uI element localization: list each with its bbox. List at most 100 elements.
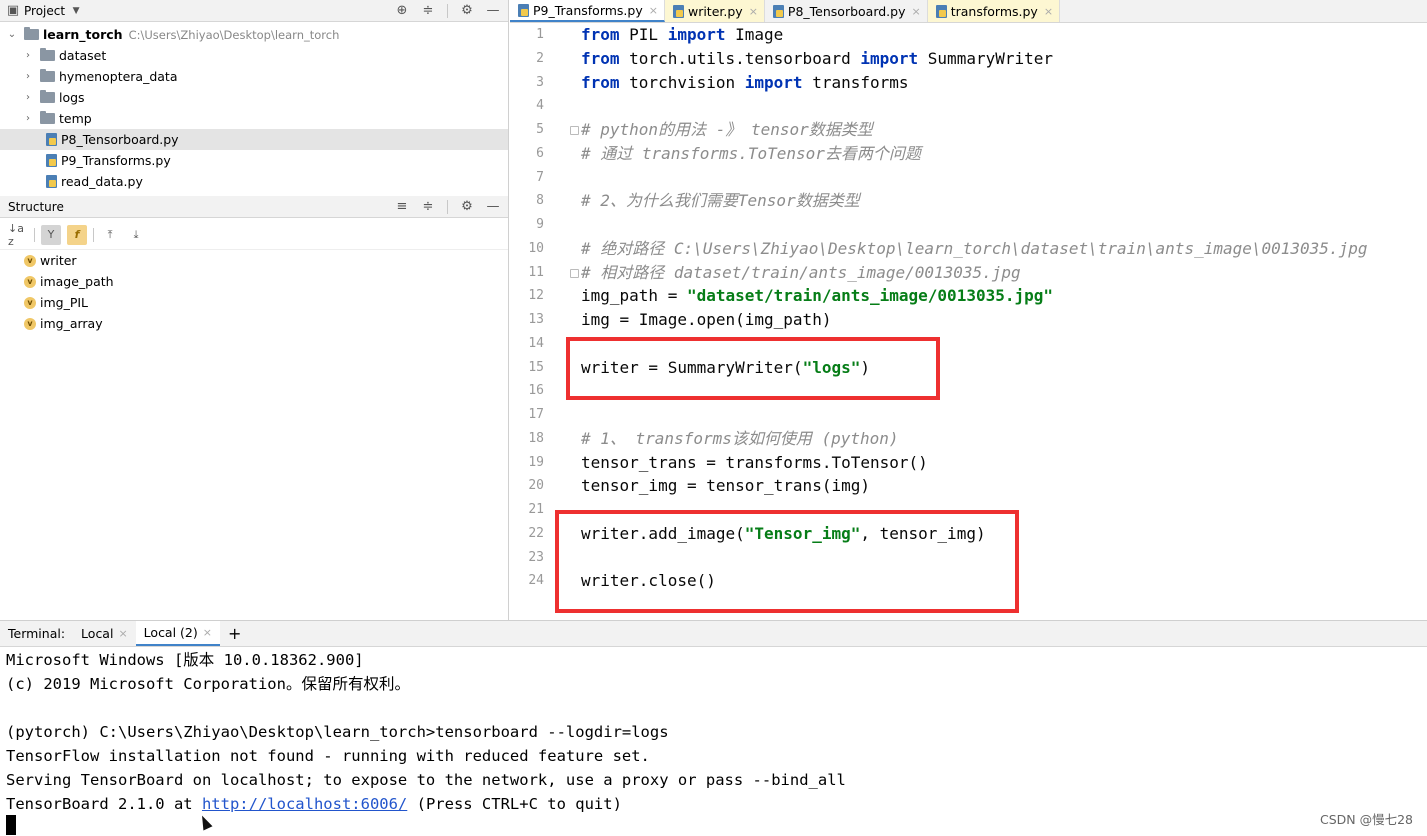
tree-item-logs[interactable]: › logs bbox=[0, 87, 508, 108]
line-number: 4 bbox=[536, 98, 544, 114]
terminal-tabbar: Terminal: Local × Local (2) × + bbox=[0, 621, 1427, 647]
python-file-icon bbox=[46, 154, 57, 167]
chevron-down-icon[interactable]: ▼ bbox=[69, 4, 83, 18]
fold-marker-icon[interactable] bbox=[570, 269, 579, 278]
close-icon[interactable]: × bbox=[203, 626, 212, 639]
terminal-line: (c) 2019 Microsoft Corporation。保留所有权利。 bbox=[6, 675, 410, 693]
expand-icon[interactable]: ⤒ bbox=[100, 225, 120, 245]
toolbar-divider bbox=[34, 227, 35, 242]
close-icon[interactable]: × bbox=[749, 5, 758, 18]
locate-icon[interactable]: ⊕ bbox=[395, 4, 409, 18]
python-file-icon bbox=[518, 3, 529, 17]
line-number: 1 bbox=[536, 27, 544, 42]
close-icon[interactable]: × bbox=[912, 5, 921, 18]
tree-item-temp[interactable]: › temp bbox=[0, 108, 508, 129]
tab-label: P9_Transforms.py bbox=[533, 2, 643, 18]
structure-item-label: image_path bbox=[40, 274, 114, 289]
terminal-line: TensorFlow installation not found - runn… bbox=[6, 747, 650, 765]
gear-icon[interactable]: ⚙ bbox=[460, 200, 474, 214]
tree-item-label: read_data.py bbox=[61, 174, 143, 189]
terminal-panel: Terminal: Local × Local (2) × + Microsof… bbox=[0, 620, 1427, 836]
show-inherited-icon[interactable]: Y bbox=[41, 224, 61, 245]
chevron-right-icon[interactable]: › bbox=[22, 113, 34, 124]
code-comment: # 相对路径 dataset/train/ants_image/0013035.… bbox=[581, 262, 1021, 282]
tree-item-dataset[interactable]: › dataset bbox=[0, 45, 508, 66]
tab-writer[interactable]: writer.py × bbox=[664, 0, 765, 22]
tree-item-read-data[interactable]: read_data.py bbox=[0, 171, 508, 192]
tree-item-label: P9_Transforms.py bbox=[61, 153, 171, 168]
code-line: tensor_img = tensor_trans(img) bbox=[581, 476, 870, 496]
chevron-right-icon[interactable]: › bbox=[22, 71, 34, 82]
line-number: 2 bbox=[536, 50, 544, 66]
terminal-line: TensorBoard 2.1.0 at http://localhost:60… bbox=[6, 795, 622, 813]
show-fields-icon[interactable]: f bbox=[67, 224, 87, 245]
line-number: 23 bbox=[528, 549, 544, 565]
structure-tools: ↓a z Y f ⤒ ⤓ bbox=[0, 220, 508, 250]
tab-local-2[interactable]: Local (2) × bbox=[135, 621, 220, 646]
collapse-icon[interactable]: ≑ bbox=[421, 4, 435, 18]
structure-toolbar: Structure ≡ ≑ ⚙ — bbox=[0, 196, 508, 218]
folder-icon bbox=[40, 69, 55, 82]
tab-p8-tensorboard[interactable]: P8_Tensorboard.py × bbox=[765, 0, 928, 22]
tab-label: Local bbox=[81, 626, 114, 641]
close-icon[interactable]: × bbox=[1044, 5, 1053, 18]
fold-marker-icon[interactable] bbox=[570, 126, 579, 135]
line-number: 5 bbox=[536, 122, 544, 137]
structure-title: Structure bbox=[8, 199, 64, 214]
project-view-icon[interactable]: ▣ bbox=[6, 3, 20, 18]
variable-icon: v bbox=[24, 275, 36, 288]
code-editor[interactable]: P9_Transforms.py × writer.py × P8_Tensor… bbox=[510, 0, 1427, 620]
line-number: 11 bbox=[528, 264, 544, 280]
code-line: from torchvision import transforms bbox=[581, 72, 909, 92]
close-icon[interactable]: × bbox=[118, 627, 127, 640]
code-comment: # 绝对路径 C:\Users\Zhiyao\Desktop\learn_tor… bbox=[581, 238, 1368, 258]
structure-item-writer[interactable]: v writer bbox=[24, 250, 77, 271]
code-comment: # 通过 transforms.ToTensor去看两个问题 bbox=[581, 143, 921, 163]
folder-icon bbox=[24, 27, 39, 40]
tab-local[interactable]: Local × bbox=[73, 621, 136, 646]
python-file-icon bbox=[46, 175, 57, 188]
collapse-all-icon[interactable]: ≑ bbox=[421, 200, 435, 214]
python-file-icon bbox=[46, 133, 57, 146]
minimize-icon[interactable]: — bbox=[486, 4, 500, 18]
structure-item-img-array[interactable]: v img_array bbox=[24, 313, 103, 334]
tree-item-p9-transforms[interactable]: P9_Transforms.py bbox=[0, 150, 508, 171]
project-toolbar: ▣ Project ▼ ⊕ ≑ ⚙ — bbox=[0, 0, 508, 22]
sort-alpha-icon[interactable]: ↓a z bbox=[8, 222, 28, 248]
expand-all-icon[interactable]: ≡ bbox=[395, 200, 409, 214]
watermark: CSDN @慢七28 bbox=[1319, 812, 1413, 827]
tab-p9-transforms[interactable]: P9_Transforms.py × bbox=[510, 0, 665, 22]
chevron-right-icon[interactable]: › bbox=[22, 92, 34, 103]
terminal-line: Microsoft Windows [版本 10.0.18362.900] bbox=[6, 651, 364, 669]
tab-label: transforms.py bbox=[950, 3, 1038, 19]
line-number: 16 bbox=[528, 383, 544, 399]
terminal-output[interactable]: Microsoft Windows [版本 10.0.18362.900] (c… bbox=[6, 649, 1427, 836]
structure-item-img-pil[interactable]: v img_PIL bbox=[24, 292, 88, 313]
line-number: 15 bbox=[528, 359, 544, 375]
add-terminal-button[interactable]: + bbox=[220, 621, 249, 646]
tree-item-p8-tensorboard[interactable]: P8_Tensorboard.py bbox=[0, 129, 508, 150]
line-number: 14 bbox=[528, 335, 544, 351]
structure-item-image-path[interactable]: v image_path bbox=[24, 271, 114, 292]
close-icon[interactable]: × bbox=[649, 4, 658, 17]
collapse-icon[interactable]: ⤓ bbox=[126, 225, 146, 245]
line-number: 20 bbox=[528, 478, 544, 494]
project-title[interactable]: Project bbox=[24, 4, 65, 18]
code-comment: # 1、 transforms该如何使用 (python) bbox=[581, 428, 899, 448]
folder-icon bbox=[40, 111, 55, 124]
tab-label: P8_Tensorboard.py bbox=[787, 3, 906, 19]
code-comment: # 2、为什么我们需要Tensor数据类型 bbox=[581, 191, 860, 211]
gear-icon[interactable]: ⚙ bbox=[460, 4, 474, 18]
chevron-down-icon[interactable]: ⌄ bbox=[6, 29, 18, 40]
structure-item-label: writer bbox=[40, 253, 77, 268]
chevron-right-icon[interactable]: › bbox=[22, 50, 34, 61]
tree-item-hymenoptera-data[interactable]: › hymenoptera_data bbox=[0, 66, 508, 87]
code-area[interactable]: from PIL import Image from torch.utils.t… bbox=[581, 23, 1427, 620]
minimize-icon[interactable]: — bbox=[486, 200, 500, 214]
project-tree: ⌄ learn_torch C:\Users\Zhiyao\Desktop\le… bbox=[0, 24, 508, 194]
tab-transforms[interactable]: transforms.py × bbox=[927, 0, 1061, 22]
tensorboard-link[interactable]: http://localhost:6006/ bbox=[202, 795, 407, 813]
line-number: 24 bbox=[528, 573, 544, 589]
line-number: 3 bbox=[536, 74, 544, 90]
tree-root[interactable]: ⌄ learn_torch C:\Users\Zhiyao\Desktop\le… bbox=[0, 24, 508, 45]
